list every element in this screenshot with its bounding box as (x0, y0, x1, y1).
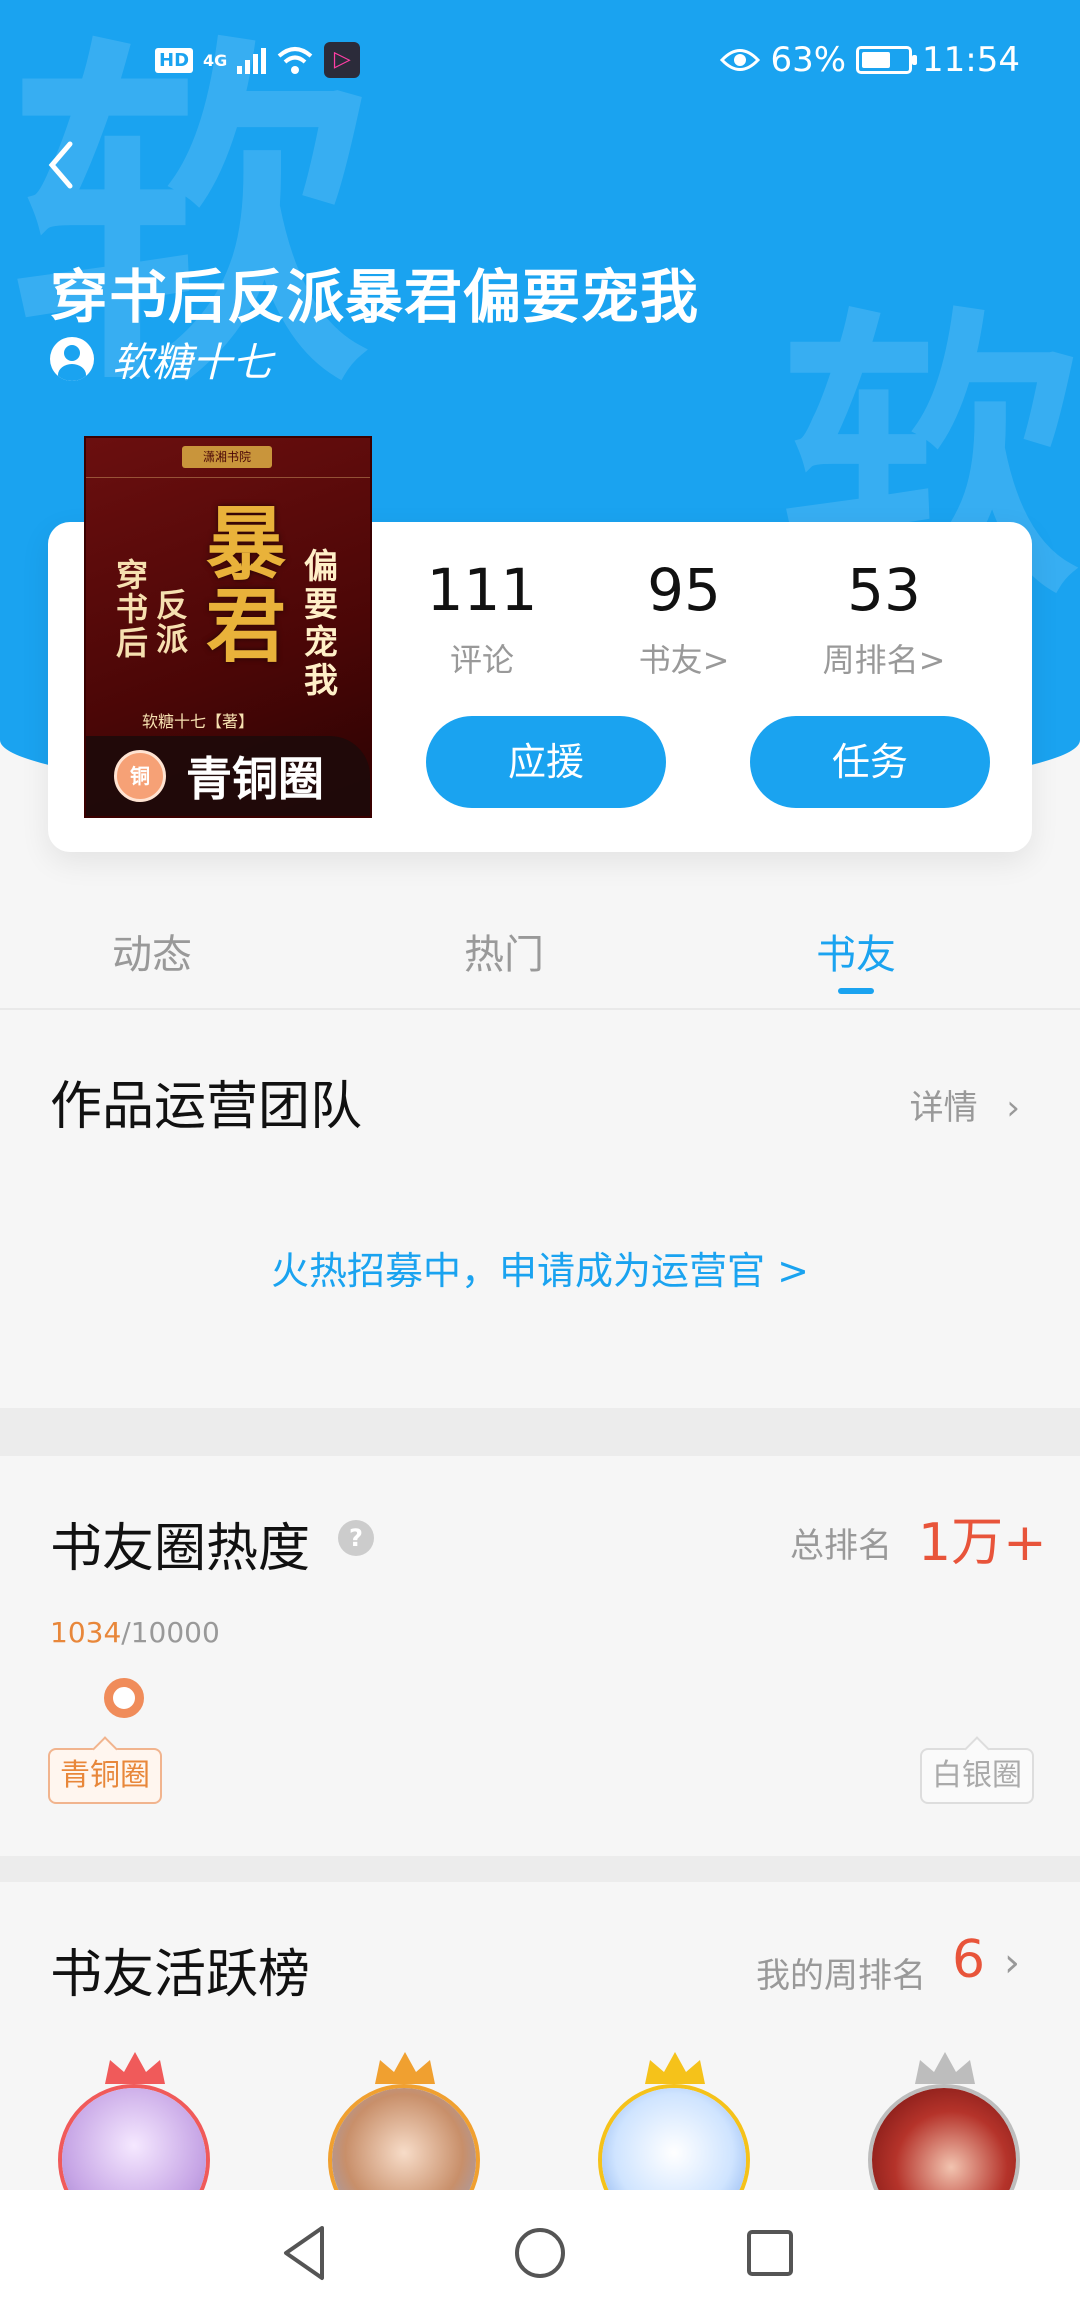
section-title: 作品运营团队 (50, 1077, 363, 1137)
cover-side-title: 偏要宠我 (304, 547, 338, 701)
tab-activity[interactable]: 动态 (52, 922, 252, 980)
battery-percent: 63% (770, 40, 847, 80)
support-button[interactable]: 应援 (426, 716, 666, 808)
status-bar: HD 4G ▷ 63% 11:54 (0, 30, 1080, 94)
signal-icon (237, 46, 267, 74)
progress-current: 1034 (50, 1616, 122, 1649)
section-divider (0, 1856, 1080, 1882)
crown-icon (915, 2052, 975, 2084)
tab-bar: 动态 热门 书友 (0, 900, 1080, 1010)
details-link[interactable]: 详情 › (910, 1080, 1020, 1129)
stat-value: 53 (847, 556, 921, 624)
chevron-right-icon[interactable]: › (1004, 1940, 1020, 1986)
author-row[interactable]: 软糖十七 (50, 330, 272, 388)
section-title: 书友活跃榜 (50, 1945, 311, 2005)
system-nav-bar (0, 2190, 1080, 2310)
clock: 11:54 (922, 40, 1020, 80)
eye-comfort-icon (720, 49, 761, 71)
stat-value: 111 (426, 556, 538, 624)
operations-team-section: 作品运营团队 详情 › (0, 1012, 1080, 1408)
total-rank-value: 1万+ (918, 1513, 1047, 1573)
crown-icon (375, 2052, 435, 2084)
circle-level-badge: 铜 青铜圈 (86, 736, 370, 816)
tier-silver: 白银圈 (920, 1748, 1034, 1804)
stat-label: 评论 (449, 641, 514, 679)
book-title: 穿书后反派暴君偏要宠我 (50, 263, 700, 331)
wifi-icon (277, 47, 313, 74)
section-title: 书友圈热度 (50, 1519, 311, 1579)
tab-friends[interactable]: 书友 (756, 922, 956, 980)
chevron-left-icon (48, 141, 73, 189)
cover-author: 软糖十七【著】 (142, 712, 255, 731)
author-avatar-icon (50, 337, 94, 381)
publisher-seal: 潇湘书院 (182, 446, 272, 468)
total-rank-label: 总排名 (790, 1526, 892, 1566)
recruit-link[interactable]: 火热招募中，申请成为运营官 > (0, 1240, 1080, 1295)
stat-label: 书友> (638, 641, 730, 679)
nav-back-icon[interactable] (272, 2218, 342, 2288)
details-label: 详情 (909, 1088, 978, 1128)
app-notification-icon: ▷ (324, 42, 361, 78)
stat-weekly-rank[interactable]: 53 周排名> (784, 555, 984, 681)
progress-total: /10000 (121, 1616, 220, 1649)
my-rank-value[interactable]: 6 (952, 1930, 985, 1990)
task-button[interactable]: 任务 (750, 716, 990, 808)
my-rank-label[interactable]: 我的周排名 (756, 1948, 926, 1997)
battery-icon (856, 46, 918, 74)
active-tab-indicator (838, 988, 874, 994)
stat-friends[interactable]: 95 书友> (584, 555, 784, 681)
bronze-medal-icon: 铜 (114, 750, 166, 802)
crown-icon (105, 2052, 165, 2084)
stat-label: 周排名> (822, 641, 946, 679)
section-divider (0, 1408, 1080, 1456)
crown-icon (645, 2052, 705, 2084)
cover-subtitle: 穿书后 (116, 556, 149, 662)
nav-home-icon[interactable] (505, 2218, 575, 2288)
nav-recents-icon[interactable] (735, 2218, 805, 2288)
badge-label: 青铜圈 (186, 752, 324, 806)
cover-subtitle-2: 反派 (156, 586, 189, 658)
back-button[interactable] (46, 140, 86, 200)
author-name: 软糖十七 (112, 340, 272, 386)
heat-progress-text: 1034/10000 (50, 1616, 220, 1649)
help-icon[interactable]: ? (338, 1520, 374, 1556)
hd-icon: HD (155, 47, 194, 73)
stat-comments[interactable]: 111 评论 (382, 555, 582, 681)
progress-marker (104, 1678, 144, 1718)
cover-title: 暴君 (206, 498, 286, 673)
book-cover[interactable]: 潇湘书院 穿书后 反派 暴君 偏要宠我 软糖十七【著】 铜 青铜圈 (84, 436, 372, 818)
network-type: 4G (203, 50, 228, 70)
tier-bronze: 青铜圈 (48, 1748, 162, 1804)
tab-hot[interactable]: 热门 (404, 922, 604, 980)
stat-value: 95 (647, 556, 721, 624)
chevron-right-icon: › (1006, 1088, 1020, 1128)
